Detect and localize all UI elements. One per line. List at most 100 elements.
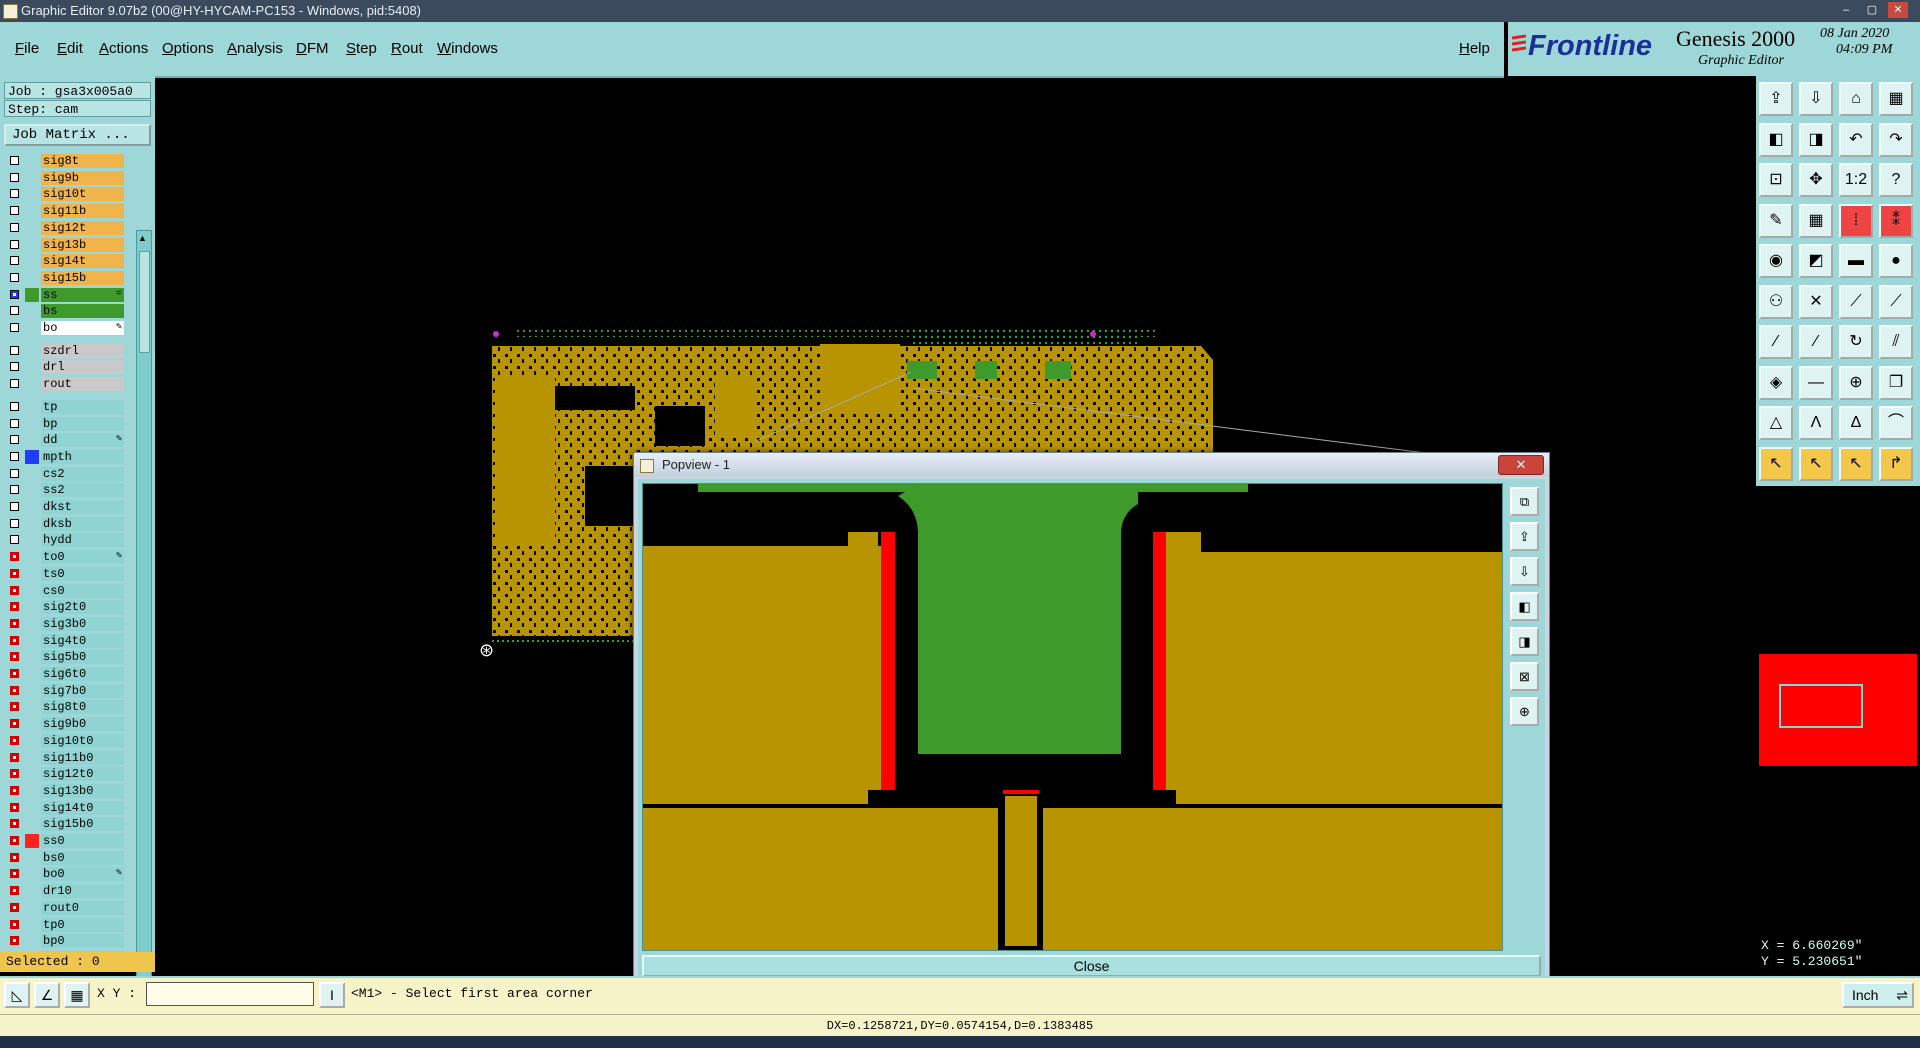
layer-checkbox[interactable] [10,418,19,428]
zoom-window-icon[interactable]: ⧉ [1510,487,1539,516]
layer-checkbox[interactable] [10,256,19,266]
layer-row[interactable]: ts0 [4,566,124,582]
layer-row[interactable]: ss = [4,287,124,303]
layer-color-swatch[interactable] [25,344,39,358]
layer-name[interactable]: sig9b0 [41,717,124,732]
layer-checkbox[interactable] [10,379,19,389]
link-icon[interactable]: ⟋ [1839,284,1873,319]
line-icon[interactable]: ∕ [1759,325,1793,359]
layer-color-swatch[interactable] [25,271,39,285]
layer-name[interactable]: sig13b0 [41,783,124,798]
layer-row[interactable]: rout0 [4,900,124,916]
layer-name[interactable]: sig11b0 [41,750,124,765]
center-icon[interactable]: ⊕ [1510,697,1539,726]
layer-color-swatch[interactable] [25,467,39,481]
layer-name[interactable]: sig5b0 [41,650,124,665]
layer-checkbox[interactable] [10,852,19,862]
layer-row[interactable]: bp [4,416,124,432]
layer-color-swatch[interactable] [25,238,39,252]
layer-list-scrollbar[interactable]: ▲ ▼ [136,230,152,1022]
layer-color-swatch[interactable] [25,717,39,731]
menu-file[interactable]: File [15,40,39,57]
layer-name[interactable]: sig14t0 [41,800,124,815]
layer-row[interactable]: sig12t [4,220,124,236]
layer-name[interactable]: to0 [41,550,124,565]
layer-color-swatch[interactable] [25,634,39,648]
layer-color-swatch[interactable] [25,617,39,631]
layer-row[interactable]: sig8t [4,154,124,169]
layer-row[interactable]: sig14t0 [4,800,124,816]
layer-color-swatch[interactable] [25,600,39,614]
layer-color-swatch[interactable] [25,304,39,318]
layer-checkbox[interactable] [10,451,19,461]
layer-row[interactable]: cs2 [4,466,124,482]
layer-row[interactable]: rout [4,377,124,392]
layer-checkbox[interactable] [10,272,19,282]
route-icon[interactable]: ↱ [1879,446,1913,481]
select-icon[interactable]: ↖ [1799,446,1833,481]
layer-checkbox[interactable] [10,239,19,249]
layer-color-swatch[interactable] [25,287,39,302]
layer-checkbox[interactable] [10,535,19,545]
layer-checkbox[interactable] [10,919,19,929]
layer-checkbox[interactable] [10,652,19,662]
layer-color-swatch[interactable] [25,667,39,681]
layer-checkbox[interactable] [10,719,19,729]
layer-name[interactable]: tp [41,399,124,414]
layer-name[interactable]: cs0 [41,583,124,598]
menu-rout[interactable]: Rout [391,40,423,57]
layer-color-swatch[interactable] [25,417,39,431]
job-matrix-button[interactable]: Job Matrix ... [4,124,151,146]
layer-name[interactable]: sig10t0 [41,733,124,748]
arc-icon[interactable]: ⌒ [1879,406,1913,440]
layer-row[interactable]: hydd [4,533,124,548]
layer-row[interactable]: sig10t [4,187,124,202]
layer-name[interactable]: sig10t [41,187,124,202]
layer-checkbox[interactable] [10,222,19,232]
next-icon[interactable]: ◨ [1799,122,1833,157]
layer-name[interactable]: sig15b [41,270,124,285]
layer-name[interactable]: sig11b [41,204,124,219]
align-icon[interactable]: ⫽ [1879,325,1913,359]
popview-canvas[interactable] [642,483,1503,951]
layer-checkbox[interactable] [10,306,19,316]
zoom-icon[interactable]: ✥ [1799,163,1833,197]
zoom-out-icon[interactable]: ⇩ [1510,557,1539,586]
zoom-in-icon[interactable]: ⇪ [1510,522,1539,551]
layer-color-swatch[interactable] [25,377,39,391]
layer-name[interactable]: szdrl [41,343,124,358]
layer-color-swatch[interactable] [25,700,39,714]
layer-checkbox[interactable] [10,206,19,216]
layer-checkbox[interactable] [10,602,19,612]
layer-color-swatch[interactable] [25,901,39,915]
layer-color-swatch[interactable] [25,884,39,898]
layer-checkbox[interactable] [10,735,19,745]
layer-row[interactable]: sig7b0 [4,683,124,699]
save-icon[interactable]: ⇩ [1799,82,1833,116]
grid-icon[interactable]: ▦ [1799,203,1833,238]
layer-color-swatch[interactable] [25,934,39,948]
layer-name[interactable]: hydd [41,533,124,548]
layer-checkbox[interactable] [10,618,19,628]
layer-name[interactable]: sig15b0 [41,817,124,832]
layer-checkbox[interactable] [10,685,19,695]
layer-row[interactable]: bo0 ✎ [4,867,124,882]
layer-checkbox[interactable] [10,819,19,829]
scroll-up-arrow-icon[interactable]: ▲ [138,233,148,243]
layer-name[interactable]: sig12t [41,220,124,235]
mini-overview-map[interactable] [1759,654,1917,766]
layer-checkbox[interactable] [10,323,19,332]
popview-close-x-button[interactable]: ✕ [1498,455,1544,475]
layer-name[interactable]: sig13b [41,237,124,252]
layer-color-swatch[interactable] [25,187,39,201]
layer-row[interactable]: sig15b0 [4,817,124,832]
highlight-icon[interactable]: ◩ [1799,244,1833,278]
layer-color-swatch[interactable] [25,433,39,447]
layer-row[interactable]: sig13b0 [4,783,124,799]
layer-row[interactable]: ss0 [4,834,124,849]
layer-name[interactable]: bo0 [41,867,124,882]
layer-row[interactable]: sig3b0 [4,616,124,632]
layer-color-swatch[interactable] [25,734,39,748]
pan-right-icon[interactable]: ◨ [1510,627,1539,656]
layer-color-swatch[interactable] [25,851,39,865]
